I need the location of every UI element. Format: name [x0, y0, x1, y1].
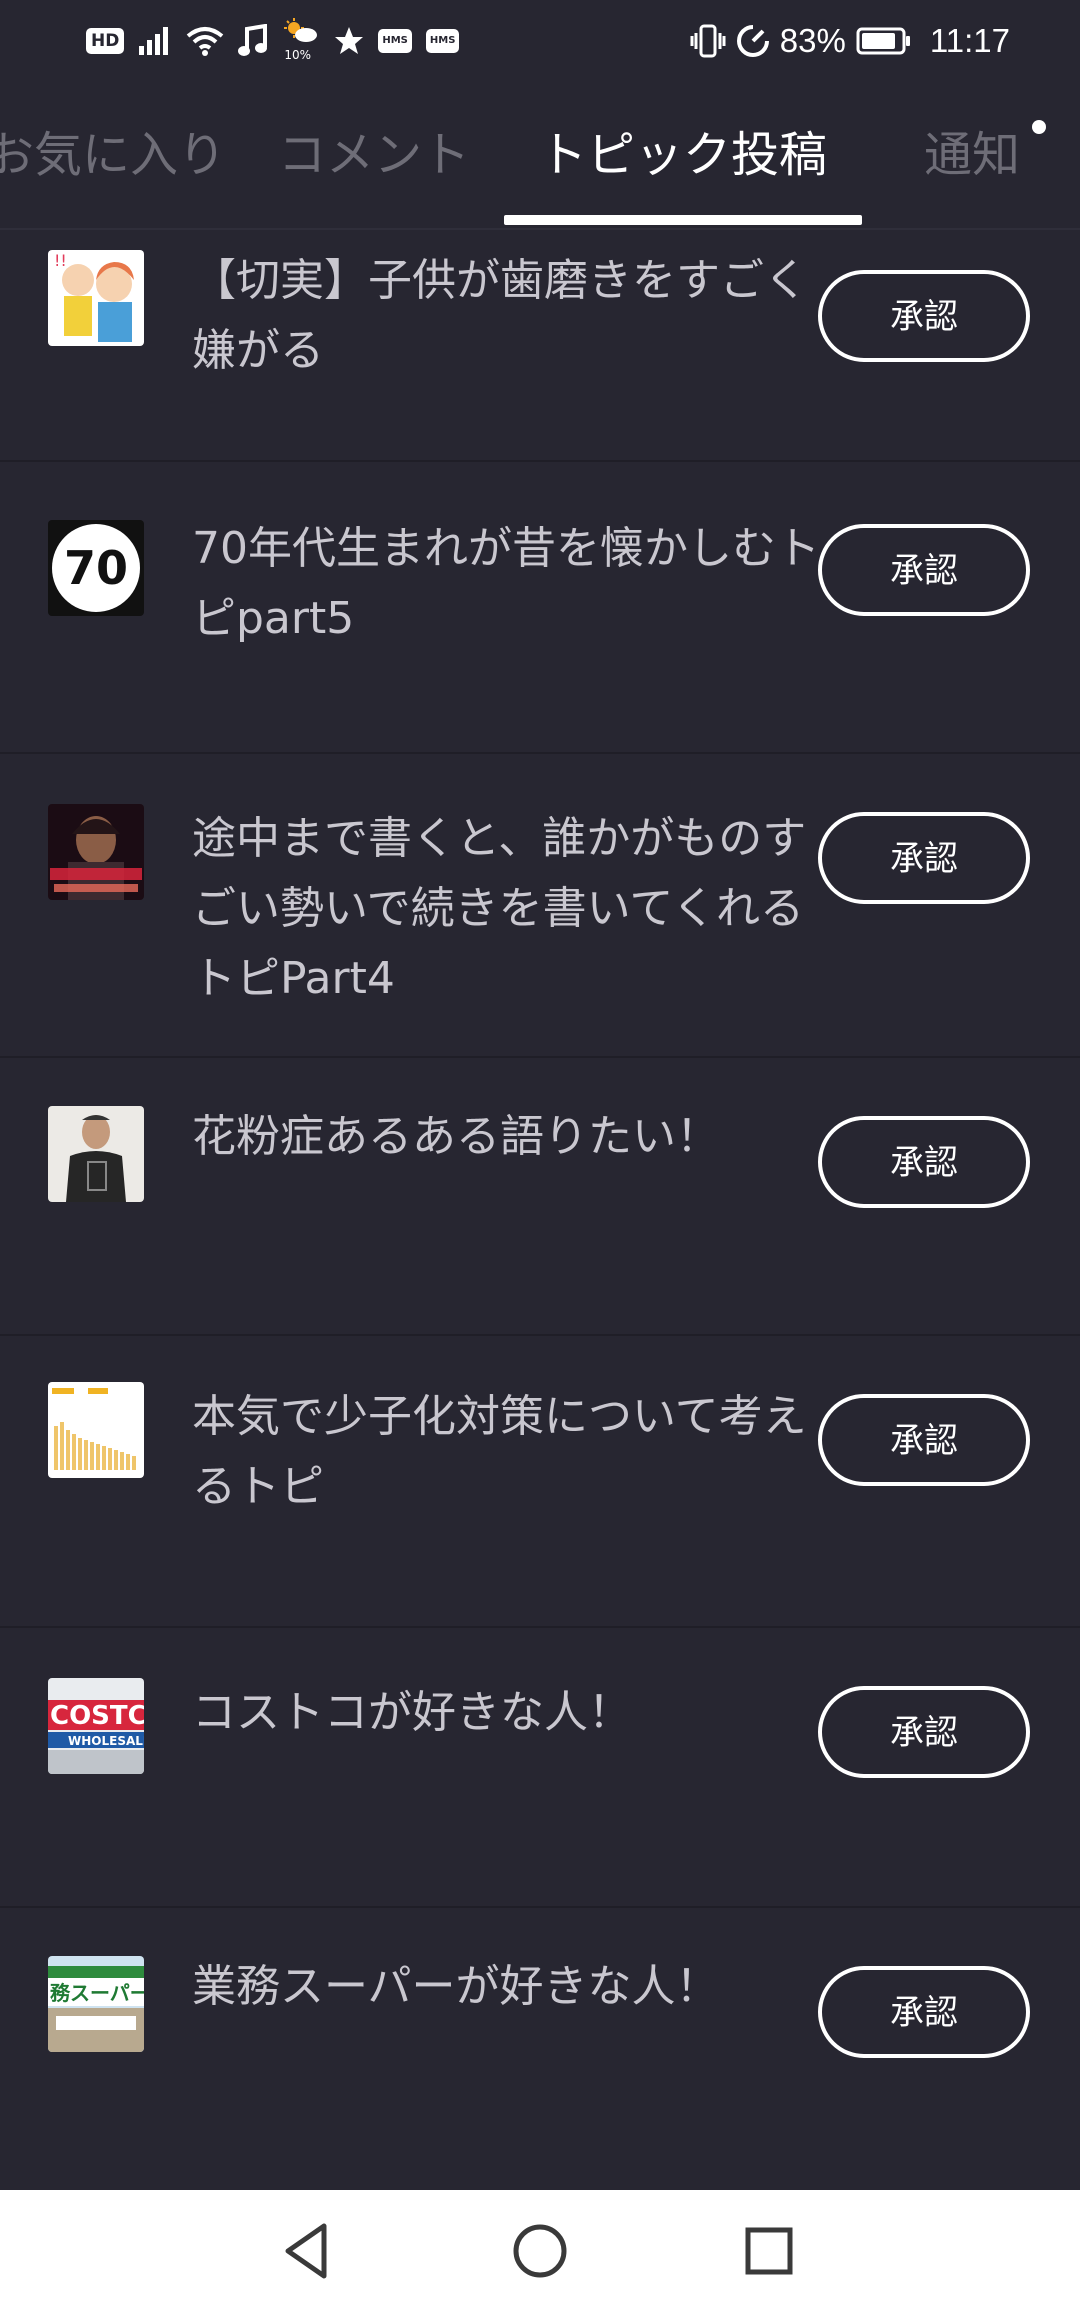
topic-title: 70年代生まれが昔を懐かしむトピpart5	[192, 523, 820, 644]
vibrate-icon	[690, 24, 726, 58]
bar-chart-thumbnail	[48, 1382, 144, 1478]
status-left-icons: HD 10% HMS HMS	[86, 18, 460, 64]
topic-title: 業務スーパーが好きな人！	[192, 1961, 720, 2012]
clock: 11:17	[929, 22, 1010, 59]
back-triangle-icon[interactable]	[276, 2218, 342, 2284]
battery-percentage: 83%	[779, 22, 846, 59]
approve-button[interactable]: 承認	[818, 1116, 1030, 1208]
notification-dot	[1032, 120, 1046, 134]
topic-title: 本気で少子化対策について考えるトピ	[192, 1391, 807, 1512]
gyomu-super-thumbnail: 務スーパー	[48, 1956, 144, 2052]
list-item[interactable]: 本気で少子化対策について考えるトピ 承認	[0, 1336, 1080, 1628]
svg-text:!!: !!	[54, 251, 67, 270]
thumb-store-text: 務スーパー	[50, 1981, 144, 2005]
person-photo-thumbnail	[48, 804, 144, 900]
navigation-bar	[0, 2190, 1080, 2312]
wifi-icon	[186, 25, 224, 57]
cartoon-family-thumbnail: !!	[48, 250, 144, 346]
signal-icon	[138, 26, 172, 56]
approve-button[interactable]: 承認	[818, 1966, 1030, 2058]
topic-title: 花粉症あるある語りたい！	[192, 1111, 720, 1162]
thumb-logo-text-2: WHOLESALE	[68, 1734, 144, 1748]
tab-bar: お気に入り コメント トピック投稿 通知	[0, 80, 1080, 230]
list-item[interactable]: 途中まで書くと、誰かがものすごい勢いで続きを書いてくれるトピPart4 承認	[0, 754, 1080, 1058]
list-item[interactable]: 花粉症あるある語りたい！ 承認	[0, 1058, 1080, 1336]
topic-list: !! 【切実】子供が歯磨きをすごく嫌がる 承認 70 70年代生まれが昔を懐かし…	[0, 230, 1080, 2198]
costco-sign-thumbnail: COSTCO WHOLESALE	[48, 1678, 144, 1774]
hms-badge: HMS	[378, 29, 412, 53]
topic-title: 途中まで書くと、誰かがものすごい勢いで続きを書いてくれるトピPart4	[192, 813, 807, 1004]
list-item[interactable]: 70 70年代生まれが昔を懐かしむトピpart5 承認	[0, 462, 1080, 754]
approve-button[interactable]: 承認	[818, 1394, 1030, 1486]
tab-notifications[interactable]: 通知	[924, 122, 1020, 188]
battery-icon	[856, 27, 912, 55]
hms-badge: HMS	[425, 29, 460, 53]
thumb-number-text: 70	[64, 541, 128, 595]
approve-button[interactable]: 承認	[818, 1686, 1030, 1778]
status-bar: HD 10% HMS HMS 83% 11:17	[0, 0, 1080, 80]
list-item[interactable]: COSTCO WHOLESALE コストコが好きな人！ 承認	[0, 1628, 1080, 1908]
topic-title: 【切実】子供が歯磨きをすごく嫌がる	[192, 255, 808, 376]
status-right-icons: 83% 11:17	[690, 18, 1010, 64]
number-70-thumbnail: 70	[48, 520, 144, 616]
music-note-icon	[238, 24, 268, 58]
home-circle-icon[interactable]	[507, 2218, 573, 2284]
approve-button[interactable]: 承認	[818, 270, 1030, 362]
approve-button[interactable]: 承認	[818, 812, 1030, 904]
tab-favorites[interactable]: お気に入り	[0, 122, 226, 188]
person-tshirt-thumbnail	[48, 1106, 144, 1202]
list-item[interactable]: !! 【切実】子供が歯磨きをすごく嫌がる 承認	[0, 214, 1080, 462]
tab-topic-posts[interactable]: トピック投稿	[539, 122, 827, 188]
data-saver-icon	[736, 24, 770, 58]
recents-square-icon[interactable]	[736, 2218, 802, 2284]
topic-title: コストコが好きな人！	[192, 1687, 632, 1738]
thumb-logo-text: COSTCO	[50, 1701, 144, 1731]
list-item[interactable]: 務スーパー 業務スーパーが好きな人！ 承認	[0, 1908, 1080, 2198]
weather-percentage: 10%	[284, 48, 312, 62]
tab-comments[interactable]: コメント	[278, 122, 470, 188]
hd-badge: HD	[86, 28, 125, 54]
star-icon	[334, 26, 364, 56]
approve-button[interactable]: 承認	[818, 524, 1030, 616]
weather-icon: 10%	[282, 18, 320, 64]
